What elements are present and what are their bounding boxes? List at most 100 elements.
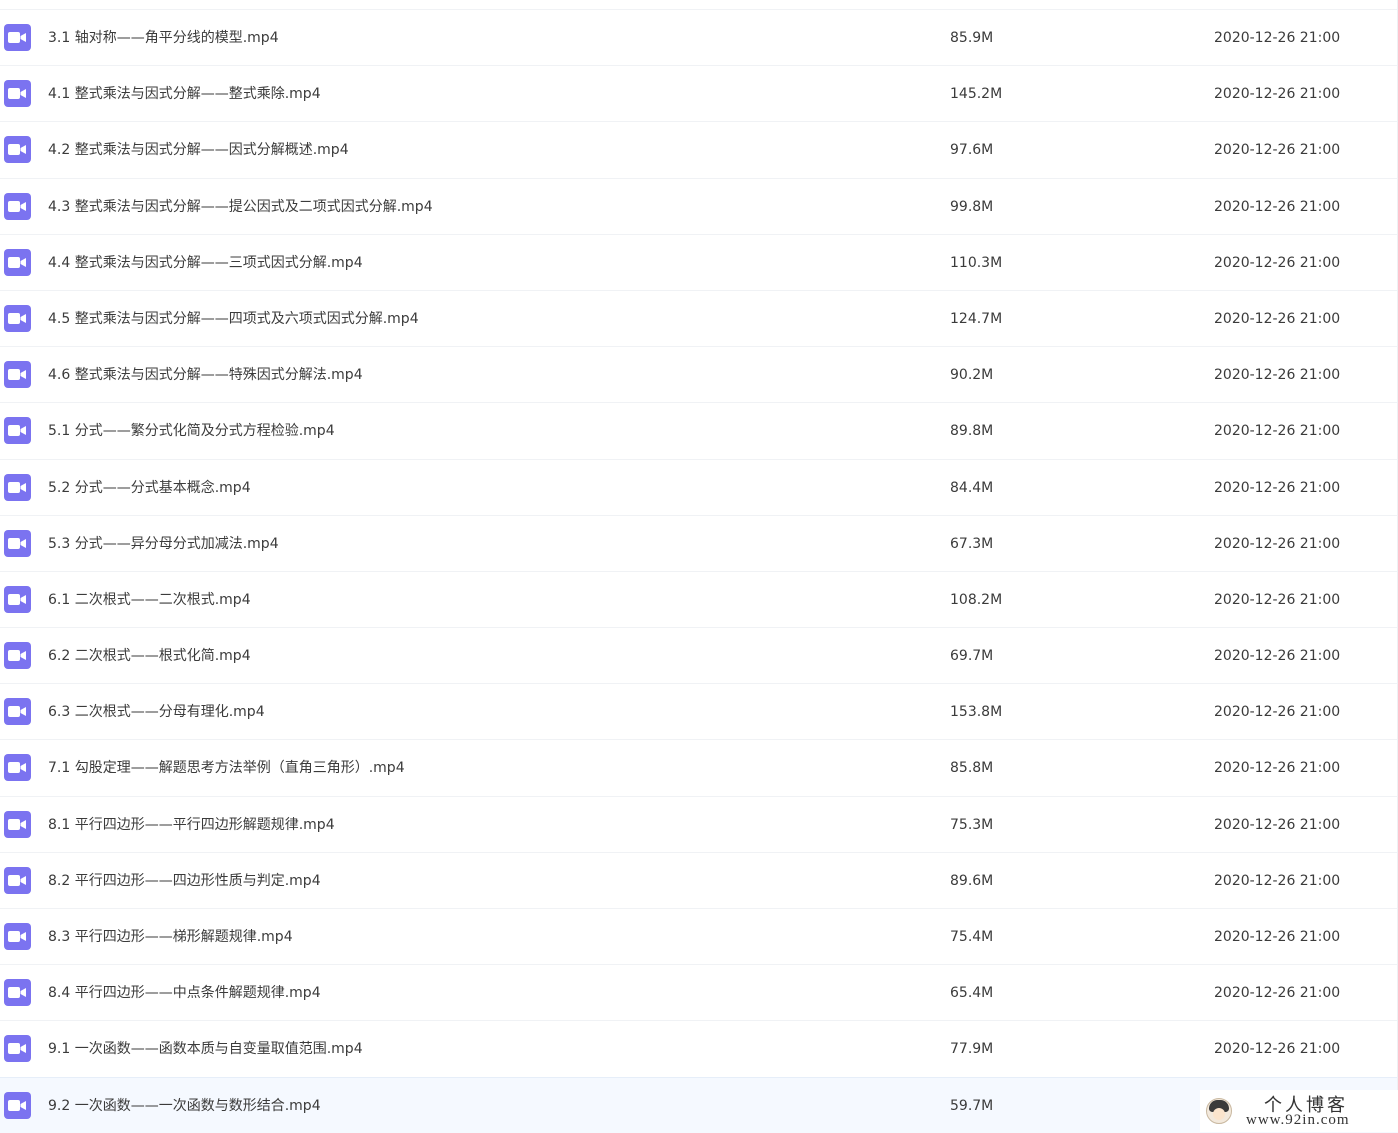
file-size: 108.2M bbox=[950, 591, 1003, 608]
file-size: 84.4M bbox=[950, 479, 994, 496]
file-date: 2020-12-26 21:00 bbox=[1214, 929, 1341, 945]
file-date: 2020-12-26 21:00 bbox=[1214, 198, 1341, 215]
file-size: 99.8M bbox=[950, 198, 994, 215]
file-size: 65.4M bbox=[950, 985, 994, 1002]
video-file-icon bbox=[4, 473, 31, 501]
watermark-url: www.92in.com bbox=[1246, 1112, 1350, 1128]
file-date: 2020-12-26 21:00 bbox=[1214, 142, 1341, 159]
video-file-icon bbox=[4, 642, 31, 670]
file-row[interactable]: 6.3 二次根式——分母有理化.mp4 153.8M 2020-12-26 21… bbox=[0, 683, 1398, 739]
file-size: 59.7M bbox=[950, 1097, 994, 1114]
file-name[interactable]: 9.1 一次函数——函数本质与自变量取值范围.mp4 bbox=[48, 1039, 363, 1059]
video-file-icon bbox=[4, 248, 31, 276]
file-size: 90.2M bbox=[950, 367, 994, 384]
video-file-icon bbox=[4, 585, 31, 613]
video-file-icon bbox=[4, 754, 31, 782]
file-row[interactable]: 9.2 一次函数——一次函数与数形结合.mp4 59.7M bbox=[0, 1076, 1398, 1133]
file-size: 89.6M bbox=[950, 872, 994, 889]
file-row[interactable]: 3.1 轴对称——角平分线的模型.mp4 85.9M 2020-12-26 21… bbox=[0, 9, 1398, 65]
file-name[interactable]: 9.2 一次函数——一次函数与数形结合.mp4 bbox=[48, 1096, 321, 1116]
file-row[interactable]: 4.1 整式乘法与因式分解——整式乘除.mp4 145.2M 2020-12-2… bbox=[0, 65, 1398, 121]
file-date: 2020-12-26 21:00 bbox=[1214, 872, 1341, 889]
file-size: 85.8M bbox=[950, 760, 994, 777]
video-file-icon bbox=[4, 923, 31, 950]
file-date: 2020-12-26 21:00 bbox=[1214, 704, 1341, 721]
blog-avatar-icon bbox=[1206, 1098, 1232, 1124]
file-row[interactable]: 8.1 平行四边形——平行四边形解题规律.mp4 75.3M 2020-12-2… bbox=[0, 795, 1398, 852]
file-name[interactable]: 3.1 轴对称——角平分线的模型.mp4 bbox=[48, 28, 279, 48]
file-name[interactable]: 6.1 二次根式——二次根式.mp4 bbox=[48, 590, 251, 610]
file-name[interactable]: 5.3 分式——异分母分式加减法.mp4 bbox=[48, 534, 279, 554]
file-date: 2020-12-26 21:00 bbox=[1214, 1041, 1341, 1058]
file-row[interactable]: 8.4 平行四边形——中点条件解题规律.mp4 65.4M 2020-12-26… bbox=[0, 964, 1398, 1020]
file-name[interactable]: 4.5 整式乘法与因式分解——四项式及六项式因式分解.mp4 bbox=[48, 309, 419, 329]
file-size: 110.3M bbox=[950, 254, 1003, 271]
file-size: 145.2M bbox=[950, 86, 1003, 103]
file-row[interactable]: 8.3 平行四边形——梯形解题规律.mp4 75.4M 2020-12-26 2… bbox=[0, 908, 1398, 964]
file-size: 75.3M bbox=[950, 816, 994, 833]
file-date: 2020-12-26 21:00 bbox=[1214, 367, 1341, 384]
file-date: 2020-12-26 21:00 bbox=[1214, 648, 1341, 665]
file-name[interactable]: 4.1 整式乘法与因式分解——整式乘除.mp4 bbox=[48, 84, 321, 104]
file-size: 75.4M bbox=[950, 929, 994, 945]
file-date: 2020-12-26 21:00 bbox=[1214, 816, 1341, 833]
file-size: 89.8M bbox=[950, 423, 994, 440]
video-file-icon bbox=[4, 866, 31, 894]
watermark: 个人博客 www.92in.com bbox=[1200, 1090, 1398, 1132]
video-file-icon bbox=[4, 192, 31, 220]
file-size: 69.7M bbox=[950, 648, 994, 665]
video-file-icon bbox=[4, 136, 31, 164]
file-name[interactable]: 4.6 整式乘法与因式分解——特殊因式分解法.mp4 bbox=[48, 365, 363, 385]
file-name[interactable]: 8.3 平行四边形——梯形解题规律.mp4 bbox=[48, 927, 293, 947]
file-date: 2020-12-26 21:00 bbox=[1214, 254, 1341, 271]
file-row[interactable]: 4.3 整式乘法与因式分解——提公因式及二项式因式分解.mp4 99.8M 20… bbox=[0, 177, 1398, 234]
video-file-icon bbox=[4, 979, 31, 1007]
file-date: 2020-12-26 21:00 bbox=[1214, 86, 1341, 103]
file-row[interactable]: 6.1 二次根式——二次根式.mp4 108.2M 2020-12-26 21:… bbox=[0, 570, 1398, 627]
file-name[interactable]: 8.1 平行四边形——平行四边形解题规律.mp4 bbox=[48, 815, 335, 835]
file-name[interactable]: 4.2 整式乘法与因式分解——因式分解概述.mp4 bbox=[48, 140, 349, 160]
file-name[interactable]: 6.3 二次根式——分母有理化.mp4 bbox=[48, 702, 265, 722]
file-row[interactable]: 4.2 整式乘法与因式分解——因式分解概述.mp4 97.6M 2020-12-… bbox=[0, 121, 1398, 177]
file-date: 2020-12-26 21:00 bbox=[1214, 535, 1341, 552]
file-row[interactable]: 5.2 分式——分式基本概念.mp4 84.4M 2020-12-26 21:0… bbox=[0, 458, 1398, 515]
file-date: 2020-12-26 21:00 bbox=[1214, 310, 1341, 327]
file-name[interactable]: 7.1 勾股定理——解题思考方法举例（直角三角形）.mp4 bbox=[48, 758, 405, 778]
file-date: 2020-12-26 21:00 bbox=[1214, 591, 1341, 608]
file-row[interactable]: 5.3 分式——异分母分式加减法.mp4 67.3M 2020-12-26 21… bbox=[0, 514, 1398, 571]
file-size: 153.8M bbox=[950, 704, 1003, 721]
video-file-icon bbox=[4, 24, 31, 51]
file-name[interactable]: 6.2 二次根式——根式化简.mp4 bbox=[48, 646, 251, 666]
file-name[interactable]: 4.3 整式乘法与因式分解——提公因式及二项式因式分解.mp4 bbox=[48, 197, 433, 217]
file-name[interactable]: 5.1 分式——繁分式化简及分式方程检验.mp4 bbox=[48, 421, 335, 441]
video-file-icon bbox=[4, 417, 31, 445]
file-row[interactable]: 8.2 平行四边形——四边形性质与判定.mp4 89.6M 2020-12-26… bbox=[0, 851, 1398, 908]
file-size: 97.6M bbox=[950, 142, 994, 159]
video-file-icon bbox=[4, 1035, 31, 1063]
video-file-icon bbox=[4, 810, 31, 838]
file-date: 2020-12-26 21:00 bbox=[1214, 985, 1341, 1002]
video-file-icon bbox=[4, 529, 31, 557]
video-file-icon bbox=[4, 1091, 31, 1119]
video-file-icon bbox=[4, 698, 31, 726]
file-size: 124.7M bbox=[950, 310, 1003, 327]
video-file-icon bbox=[4, 361, 31, 389]
file-row[interactable]: 4.5 整式乘法与因式分解——四项式及六项式因式分解.mp4 124.7M 20… bbox=[0, 289, 1398, 346]
file-list: 3.1 轴对称——角平分线的模型.mp4 85.9M 2020-12-26 21… bbox=[0, 9, 1398, 1133]
file-row[interactable]: 5.1 分式——繁分式化简及分式方程检验.mp4 89.8M 2020-12-2… bbox=[0, 402, 1398, 458]
file-name[interactable]: 4.4 整式乘法与因式分解——三项式因式分解.mp4 bbox=[48, 253, 363, 273]
file-row[interactable]: 4.6 整式乘法与因式分解——特殊因式分解法.mp4 90.2M 2020-12… bbox=[0, 346, 1398, 402]
file-date: 2020-12-26 21:00 bbox=[1214, 479, 1341, 496]
file-row[interactable]: 4.4 整式乘法与因式分解——三项式因式分解.mp4 110.3M 2020-1… bbox=[0, 233, 1398, 290]
file-date: 2020-12-26 21:00 bbox=[1214, 760, 1341, 777]
file-name[interactable]: 8.2 平行四边形——四边形性质与判定.mp4 bbox=[48, 871, 321, 891]
file-name[interactable]: 5.2 分式——分式基本概念.mp4 bbox=[48, 478, 251, 498]
video-file-icon bbox=[4, 80, 31, 108]
file-row[interactable]: 9.1 一次函数——函数本质与自变量取值范围.mp4 77.9M 2020-12… bbox=[0, 1020, 1398, 1076]
file-date: 2020-12-26 21:00 bbox=[1214, 30, 1341, 46]
file-size: 85.9M bbox=[950, 30, 994, 46]
video-file-icon bbox=[4, 304, 31, 332]
file-row[interactable]: 6.2 二次根式——根式化简.mp4 69.7M 2020-12-26 21:0… bbox=[0, 627, 1398, 683]
file-row[interactable]: 7.1 勾股定理——解题思考方法举例（直角三角形）.mp4 85.8M 2020… bbox=[0, 739, 1398, 795]
file-name[interactable]: 8.4 平行四边形——中点条件解题规律.mp4 bbox=[48, 983, 321, 1003]
